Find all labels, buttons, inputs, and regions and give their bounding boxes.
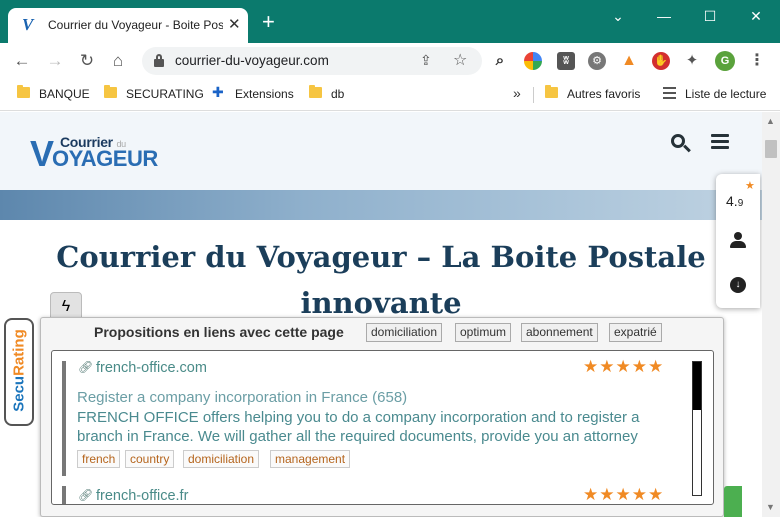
folder-icon bbox=[104, 85, 117, 98]
address-bar[interactable]: courrier-du-voyageur.com ⇪ ☆ bbox=[142, 47, 482, 75]
scroll-up-arrow-icon[interactable]: ▲ bbox=[766, 116, 775, 126]
translate-extension-icon[interactable]: ʬ bbox=[557, 52, 575, 70]
logo-voyageur-text: OYAGEUR bbox=[52, 146, 158, 171]
bookmark-star-icon[interactable]: ☆ bbox=[453, 50, 467, 70]
page-title: Courrier du Voyageur – La Boite Postale … bbox=[56, 240, 706, 320]
back-arrow-icon[interactable]: ← bbox=[12, 51, 32, 71]
site-favicon-icon: V bbox=[22, 15, 34, 34]
reading-list-button[interactable]: Liste de lecture bbox=[685, 87, 766, 101]
folder-icon bbox=[545, 85, 558, 98]
title-bar: V Courrier du Voyageur - Boite Postale ✕… bbox=[0, 0, 780, 43]
bookmark-extensions[interactable]: Extensions bbox=[235, 87, 294, 101]
url-text: courrier-du-voyageur.com bbox=[175, 53, 329, 68]
adblock-hand-icon[interactable]: ✋ bbox=[652, 52, 670, 70]
page-viewport: Courrier du VOYAGEUR Courrier du Voyageu… bbox=[0, 112, 762, 517]
close-window-icon[interactable]: ✕ bbox=[733, 6, 779, 28]
result-title[interactable]: Register a company incorporation in Fran… bbox=[77, 389, 407, 406]
results-scroll-thumb[interactable] bbox=[693, 362, 701, 410]
download-arrow-icon[interactable]: ↓ bbox=[730, 277, 746, 293]
page-scrollbar[interactable]: ▲ ▼ bbox=[762, 112, 780, 517]
page-scroll-thumb[interactable] bbox=[765, 140, 777, 158]
bookmarks-divider bbox=[533, 87, 534, 103]
result-tag[interactable]: french bbox=[77, 450, 121, 468]
securating-tab[interactable]: SecuRating bbox=[4, 318, 34, 426]
result-description: FRENCH OFFICE offers helping you to do a… bbox=[77, 409, 640, 445]
tab-title: Courrier du Voyageur - Boite Postale bbox=[48, 18, 223, 32]
maximize-icon[interactable]: ☐ bbox=[687, 6, 733, 28]
rating-widget[interactable]: ★ 4.9 ↓ bbox=[716, 174, 760, 308]
rating-score: 4.9 bbox=[726, 193, 744, 209]
share-icon[interactable]: ⇪ bbox=[420, 52, 432, 69]
forward-arrow-icon[interactable]: → bbox=[45, 51, 65, 71]
browser-menu-icon[interactable]: ⋮ bbox=[748, 52, 766, 70]
browser-toolbar: ← → ↻ ⌂ courrier-du-voyageur.com ⇪ ☆ ⌕ ʬ… bbox=[0, 43, 780, 79]
search-icon[interactable] bbox=[670, 132, 692, 154]
close-tab-icon[interactable]: ✕ bbox=[228, 17, 241, 33]
bookmark-other-favorites[interactable]: Autres favoris bbox=[567, 87, 640, 101]
reading-list-icon bbox=[663, 87, 676, 99]
site-header: Courrier du VOYAGEUR bbox=[0, 112, 762, 190]
keyword-chip[interactable]: expatrié bbox=[609, 323, 662, 342]
related-links-panel: Propositions en liens avec cette page do… bbox=[40, 317, 724, 517]
result-link[interactable]: french-office.fr bbox=[96, 488, 188, 504]
settings-gear-icon[interactable]: ⚙ bbox=[588, 52, 606, 70]
logo-v-letter: V bbox=[30, 133, 54, 174]
extensions-puzzle-icon[interactable]: ✦ bbox=[683, 52, 701, 70]
hero-image bbox=[0, 190, 762, 220]
user-icon[interactable] bbox=[730, 232, 746, 250]
results-scrollbar[interactable] bbox=[692, 361, 702, 496]
bookmarks-bar: BANQUE SECURATING ✚ Extensions db » Autr… bbox=[0, 79, 780, 111]
keyword-chip[interactable]: abonnement bbox=[521, 323, 598, 342]
bookmark-db[interactable]: db bbox=[331, 87, 344, 101]
puzzle-icon: ✚ bbox=[212, 84, 224, 100]
panel-heading: Propositions en liens avec cette page bbox=[94, 324, 344, 340]
result-rating-stars: ★★★★★ bbox=[583, 357, 665, 376]
more-bookmarks-chevron-icon[interactable]: » bbox=[513, 85, 521, 101]
browser-tab[interactable]: V Courrier du Voyageur - Boite Postale ✕ bbox=[8, 8, 248, 43]
securating-label: SecuRating bbox=[10, 329, 28, 412]
bookmark-securating[interactable]: SECURATING bbox=[126, 87, 204, 101]
star-icon: ★ bbox=[745, 180, 755, 192]
folder-icon bbox=[17, 85, 30, 98]
keyword-chip[interactable]: domiciliation bbox=[366, 323, 443, 342]
result-accent-bar bbox=[62, 361, 66, 476]
result-tag[interactable]: management bbox=[270, 450, 351, 468]
tab-search-icon[interactable]: ⌄ bbox=[595, 6, 641, 28]
result-tag[interactable]: domiciliation bbox=[183, 450, 260, 468]
vlc-cone-icon[interactable]: ▲ bbox=[620, 52, 638, 70]
result-accent-bar bbox=[62, 486, 66, 504]
home-icon[interactable]: ⌂ bbox=[108, 51, 128, 71]
search-extension-icon[interactable]: ⌕ bbox=[491, 52, 509, 70]
keyword-chip[interactable]: optimum bbox=[455, 323, 512, 342]
result-rating-stars: ★★★★★ bbox=[583, 485, 665, 504]
green-side-button[interactable] bbox=[724, 486, 742, 517]
bookmark-banque[interactable]: BANQUE bbox=[39, 87, 90, 101]
hamburger-menu-icon[interactable] bbox=[711, 134, 729, 150]
link-icon: 🔗︎ bbox=[78, 488, 94, 502]
folder-icon bbox=[309, 85, 322, 98]
minimize-icon[interactable]: — bbox=[641, 6, 687, 28]
new-tab-icon[interactable]: + bbox=[262, 11, 275, 33]
link-icon: 🔗︎ bbox=[78, 360, 94, 374]
scroll-down-arrow-icon[interactable]: ▼ bbox=[766, 502, 775, 512]
result-link[interactable]: french-office.com bbox=[96, 360, 207, 376]
reload-icon[interactable]: ↻ bbox=[77, 51, 97, 71]
profile-avatar[interactable]: G bbox=[715, 51, 735, 71]
lock-icon[interactable] bbox=[154, 54, 164, 67]
result-tag[interactable]: country bbox=[125, 450, 175, 468]
sync-extension-icon[interactable] bbox=[524, 52, 542, 70]
results-list: 🔗︎ french-office.com ★★★★★ Register a co… bbox=[51, 350, 714, 505]
